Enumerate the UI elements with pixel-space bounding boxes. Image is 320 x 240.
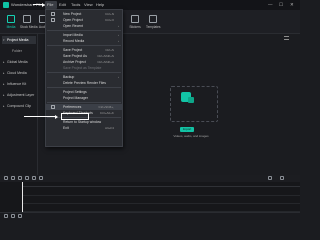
preferences-highlight-box xyxy=(61,113,89,120)
timeline-ruler[interactable] xyxy=(22,182,300,187)
menu-tools[interactable]: Tools xyxy=(71,2,80,7)
chevron-right-icon: › xyxy=(118,24,119,28)
menu-item-exit[interactable]: Exit Alt+F4 xyxy=(46,125,122,131)
menu-item-record-media[interactable]: Record Media › xyxy=(46,38,122,44)
timeline-track-video[interactable] xyxy=(22,188,300,196)
toolbar-stickers-label: Stickers xyxy=(129,25,141,29)
sidebar-item-influence-kit[interactable]: ▸ Influence Kit xyxy=(2,80,36,88)
toolbar-media-label: Media xyxy=(6,25,16,29)
close-icon[interactable]: ✕ xyxy=(290,2,294,8)
templates-icon xyxy=(149,15,157,23)
speed-icon[interactable] xyxy=(39,176,43,180)
caret-right-icon: ▸ xyxy=(3,71,5,75)
menu-help[interactable]: Help xyxy=(96,2,104,7)
toolbar-media-button[interactable]: Media xyxy=(4,12,18,32)
sidebar-item-label: Project Media xyxy=(7,38,29,42)
settings-icon xyxy=(51,105,55,109)
timeline-toolbar xyxy=(0,175,300,182)
menu-separator xyxy=(47,72,121,73)
redo-icon[interactable] xyxy=(11,176,15,180)
undo-icon[interactable] xyxy=(4,176,8,180)
timeline-track-video-2[interactable] xyxy=(22,196,300,204)
menu-separator xyxy=(47,87,121,88)
toolbar-templates-label: Templates xyxy=(146,25,161,29)
drop-hint-text: Videos, audio, and images xyxy=(173,134,209,138)
file-icon xyxy=(51,18,55,22)
menu-item-label: Project Manager xyxy=(63,96,88,100)
menu-item-shortcut: Ctrl+Alt+K xyxy=(99,111,114,115)
annotation-arrowhead-preferences xyxy=(55,114,58,119)
delete-icon[interactable] xyxy=(18,176,22,180)
menu-item-label: Open Recent xyxy=(63,24,83,28)
sidebar-item-compound-clip[interactable]: ▸ Compound Clip xyxy=(2,102,36,110)
add-track-icon[interactable] xyxy=(4,214,8,218)
caret-right-icon: ▸ xyxy=(3,60,5,64)
toolbar-templates-button[interactable]: Templates xyxy=(146,12,161,32)
annotation-arrow-preferences xyxy=(24,116,56,117)
toolbar-stickers-button[interactable]: Stickers xyxy=(128,12,142,32)
toolbar-stock-media-button[interactable]: Stock Media xyxy=(20,12,38,32)
timeline-bottom-bar xyxy=(0,212,300,220)
maximize-icon[interactable]: ☐ xyxy=(279,2,283,8)
menu-item-shortcut: Alt+F4 xyxy=(104,126,114,130)
zoom-out-icon[interactable] xyxy=(268,176,272,180)
eye-icon[interactable] xyxy=(18,214,22,218)
crop-icon[interactable] xyxy=(32,176,36,180)
sidebar-item-folder[interactable]: Folder xyxy=(2,47,36,55)
minimize-icon[interactable]: — xyxy=(268,2,273,7)
menu-item-save-project-as-template: Save Project as Template xyxy=(46,65,122,71)
sidebar-item-label: Adjustment Layer xyxy=(7,93,35,97)
media-drop-zone[interactable] xyxy=(170,86,218,122)
file-icon xyxy=(51,12,55,16)
menu-item-open-recent[interactable]: Open Recent › xyxy=(46,23,122,29)
menu-separator xyxy=(47,45,121,46)
sidebar-item-label: Compound Clip xyxy=(7,104,32,108)
menu-item-project-manager[interactable]: Project Manager xyxy=(46,95,122,101)
menu-file[interactable]: File xyxy=(47,2,53,7)
import-button[interactable]: Import xyxy=(180,127,194,132)
menu-item-label: Save Project as Template xyxy=(63,66,102,70)
media-icon xyxy=(7,15,15,23)
chevron-right-icon: › xyxy=(118,39,119,43)
sidebar-item-cloud-media[interactable]: ▸ Cloud Media xyxy=(2,69,36,77)
menu-separator xyxy=(47,30,121,31)
zoom-in-icon[interactable] xyxy=(280,176,284,180)
sidebar-item-label: Folder xyxy=(12,49,22,53)
caret-down-icon: ▾ xyxy=(3,38,5,42)
sidebar-item-global-media[interactable]: ▸ Global Media xyxy=(2,58,36,66)
menu-item-delete-preview-render-files[interactable]: Delete Preview Render Files xyxy=(46,80,122,86)
timeline-track-audio[interactable] xyxy=(22,204,300,212)
caret-right-icon: ▸ xyxy=(3,82,5,86)
stock-media-icon xyxy=(23,15,31,23)
menu-separator xyxy=(47,102,121,103)
menu-edit[interactable]: Edit xyxy=(59,2,66,7)
menu-item-label: Exit xyxy=(63,126,69,130)
sidebar-item-label: Cloud Media xyxy=(7,71,27,75)
annotation-arrowhead-file xyxy=(42,2,45,7)
import-media-icon-badge xyxy=(188,97,194,103)
sidebar-item-label: Global Media xyxy=(7,60,28,64)
lock-icon[interactable] xyxy=(11,214,15,218)
menu-view[interactable]: View xyxy=(84,2,93,7)
caret-right-icon: ▸ xyxy=(3,93,5,97)
sidebar-item-adjustment-layer[interactable]: ▸ Adjustment Layer xyxy=(2,91,36,99)
toolbar-stock-media-label: Stock Media xyxy=(20,25,38,29)
split-icon[interactable] xyxy=(25,176,29,180)
filter-icon[interactable] xyxy=(284,36,289,40)
stickers-icon xyxy=(131,15,139,23)
caret-right-icon: ▸ xyxy=(3,104,5,108)
sidebar-item-label: Influence Kit xyxy=(7,82,27,86)
menu-item-label: Record Media xyxy=(63,39,85,43)
menu-item-label: Delete Preview Render Files xyxy=(63,81,106,85)
app-logo-icon xyxy=(3,2,9,8)
sidebar-item-project-media[interactable]: ▾ Project Media xyxy=(2,36,36,44)
